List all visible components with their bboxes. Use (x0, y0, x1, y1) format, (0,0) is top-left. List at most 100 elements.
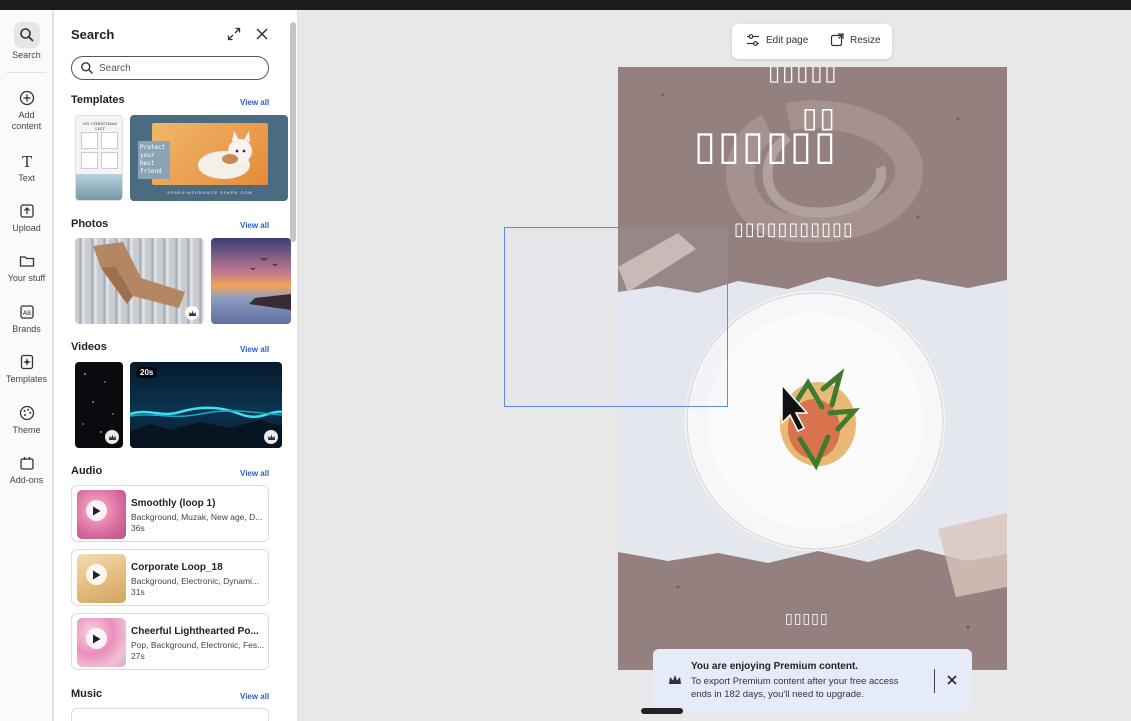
panel-title: Search (71, 27, 115, 42)
premium-crown-icon (105, 430, 119, 444)
close-icon[interactable] (946, 674, 958, 686)
audio-tags: Pop, Background, Electronic, Fes... (131, 640, 265, 650)
rail-your-stuff[interactable]: Your stuff (0, 252, 53, 284)
section-title-music: Music (71, 688, 103, 700)
photo-thumb-trousers[interactable] (75, 238, 204, 324)
template-thumb-pet-insurance[interactable]: Protect your best friend SPARKINSURANCE.… (130, 115, 288, 201)
plus-circle-icon (19, 90, 34, 106)
view-all-audio-link[interactable]: View all (240, 469, 269, 478)
rail-label: Brands (12, 324, 41, 334)
edit-page-button[interactable]: Edit page (746, 33, 808, 47)
canvas-subheading[interactable]: ▯▯▯▯▯▯▯▯▯▯▯ (734, 219, 854, 240)
audio-duration: 27s (131, 651, 145, 661)
toast-title: You are enjoying Premium content. (691, 661, 859, 672)
play-icon[interactable] (86, 500, 107, 521)
music-item-partial[interactable] (71, 708, 269, 721)
resize-button[interactable]: Resize (830, 33, 881, 47)
section-title-templates: Templates (71, 94, 125, 106)
premium-crown-icon (264, 430, 278, 444)
brand-icon: AB (19, 305, 34, 319)
canvas-footer-text[interactable]: ▯▯▯▯▯ (785, 611, 829, 627)
upload-icon (19, 204, 34, 218)
view-all-music-link[interactable]: View all (240, 692, 269, 701)
search-icon (13, 22, 40, 48)
canvas-heading-line-3[interactable]: ▯▯▯▯▯▯ (694, 123, 838, 169)
rail-brands[interactable]: AB Brands (0, 303, 53, 335)
search-icon (81, 62, 93, 74)
rail-upload[interactable]: Upload (0, 202, 53, 234)
list-box (81, 132, 98, 149)
left-rail: Search Add content T Text Upload Your st… (0, 10, 53, 721)
text-icon: T (21, 153, 31, 170)
pier-image (249, 257, 291, 310)
view-all-photos-link[interactable]: View all (240, 221, 269, 230)
audio-item-corporate-loop[interactable]: Corporate Loop_18 Background, Electronic… (71, 549, 269, 606)
view-all-templates-link[interactable]: View all (240, 98, 269, 107)
audio-title: Smoothly (loop 1) (131, 498, 216, 509)
toast-divider (934, 669, 935, 693)
list-box (101, 152, 118, 169)
edit-page-label: Edit page (766, 34, 809, 46)
selection-rectangle[interactable] (504, 227, 728, 407)
audio-title: Corporate Loop_18 (131, 562, 223, 573)
audio-tags: Background, Muzak, New age, D... (131, 512, 263, 522)
video-thumb-aqua-wave[interactable]: 20s (130, 362, 282, 448)
premium-crown-icon (669, 675, 681, 684)
rail-label: Your stuff (7, 273, 46, 283)
rail-label: Text (18, 173, 35, 183)
video-thumb-stars[interactable] (75, 362, 123, 448)
rail-search[interactable]: Search (0, 22, 53, 61)
rail-label: Search (12, 50, 41, 60)
photo-thumb-pier-sunset[interactable] (211, 238, 291, 324)
search-input-wrapper[interactable] (71, 56, 269, 80)
toast-body: To export Premium content after your fre… (691, 676, 899, 700)
resize-label: Resize (850, 34, 881, 46)
video-duration-badge: 20s (136, 367, 158, 378)
section-title-audio: Audio (71, 465, 103, 477)
audio-item-smoothly[interactable]: Smoothly (loop 1) Background, Muzak, New… (71, 485, 269, 542)
panel-scrollbar[interactable] (290, 22, 296, 242)
rail-theme[interactable]: Theme (0, 404, 53, 436)
audio-tags: Background, Electronic, Dynami... (131, 576, 260, 586)
audio-title: Cheerful Lighthearted Po... (131, 626, 259, 637)
section-title-photos: Photos (71, 218, 109, 230)
canvas-heading-line-1[interactable]: ▯▯▯▯▯ (768, 67, 839, 86)
svg-text:T: T (21, 153, 31, 170)
rail-add-content[interactable]: Add content (0, 89, 53, 132)
sliders-icon (747, 34, 759, 46)
addons-icon (19, 457, 34, 470)
template-thumb-text: MY CHRISTMAS LIST (82, 121, 118, 131)
rail-divider (6, 72, 46, 73)
rail-templates[interactable]: Templates (0, 353, 53, 385)
rail-addons[interactable]: Add-ons (0, 454, 53, 486)
rail-label: Add-ons (9, 475, 44, 485)
templates-icon (20, 354, 33, 370)
rail-label: Theme (12, 425, 41, 435)
section-title-videos: Videos (71, 341, 107, 353)
bottom-drag-handle[interactable] (641, 708, 683, 714)
search-input[interactable] (99, 60, 259, 76)
list-box (81, 152, 98, 169)
play-icon[interactable] (86, 628, 107, 649)
template-thumb-footer: SPARKINSURANCE.SPARK.COM (167, 190, 253, 195)
audio-duration: 31s (131, 587, 145, 597)
premium-toast: You are enjoying Premium content. To exp… (653, 649, 972, 711)
svg-text:AB: AB (22, 310, 30, 317)
rail-label: Templates (5, 374, 48, 384)
expand-icon[interactable] (226, 26, 242, 42)
window-top-bar (0, 0, 1131, 10)
play-icon[interactable] (86, 564, 107, 585)
search-panel: Search Templates View all MY CHRISTMAS L… (54, 10, 298, 721)
rail-label: Add content (11, 110, 42, 131)
audio-duration: 36s (131, 523, 145, 533)
audio-item-cheerful[interactable]: Cheerful Lighthearted Po... Pop, Backgro… (71, 613, 269, 670)
template-thumb-christmas[interactable]: MY CHRISTMAS LIST (75, 115, 123, 201)
palette-icon (19, 405, 34, 421)
template-thumb-text: Protect your best friend (140, 144, 166, 175)
view-all-videos-link[interactable]: View all (240, 345, 269, 354)
canvas-toolbar: Edit page Resize (732, 24, 892, 59)
close-icon[interactable] (254, 26, 270, 42)
folder-icon (19, 256, 34, 267)
winter-trees-image (76, 174, 122, 200)
rail-text[interactable]: T Text (0, 152, 53, 184)
